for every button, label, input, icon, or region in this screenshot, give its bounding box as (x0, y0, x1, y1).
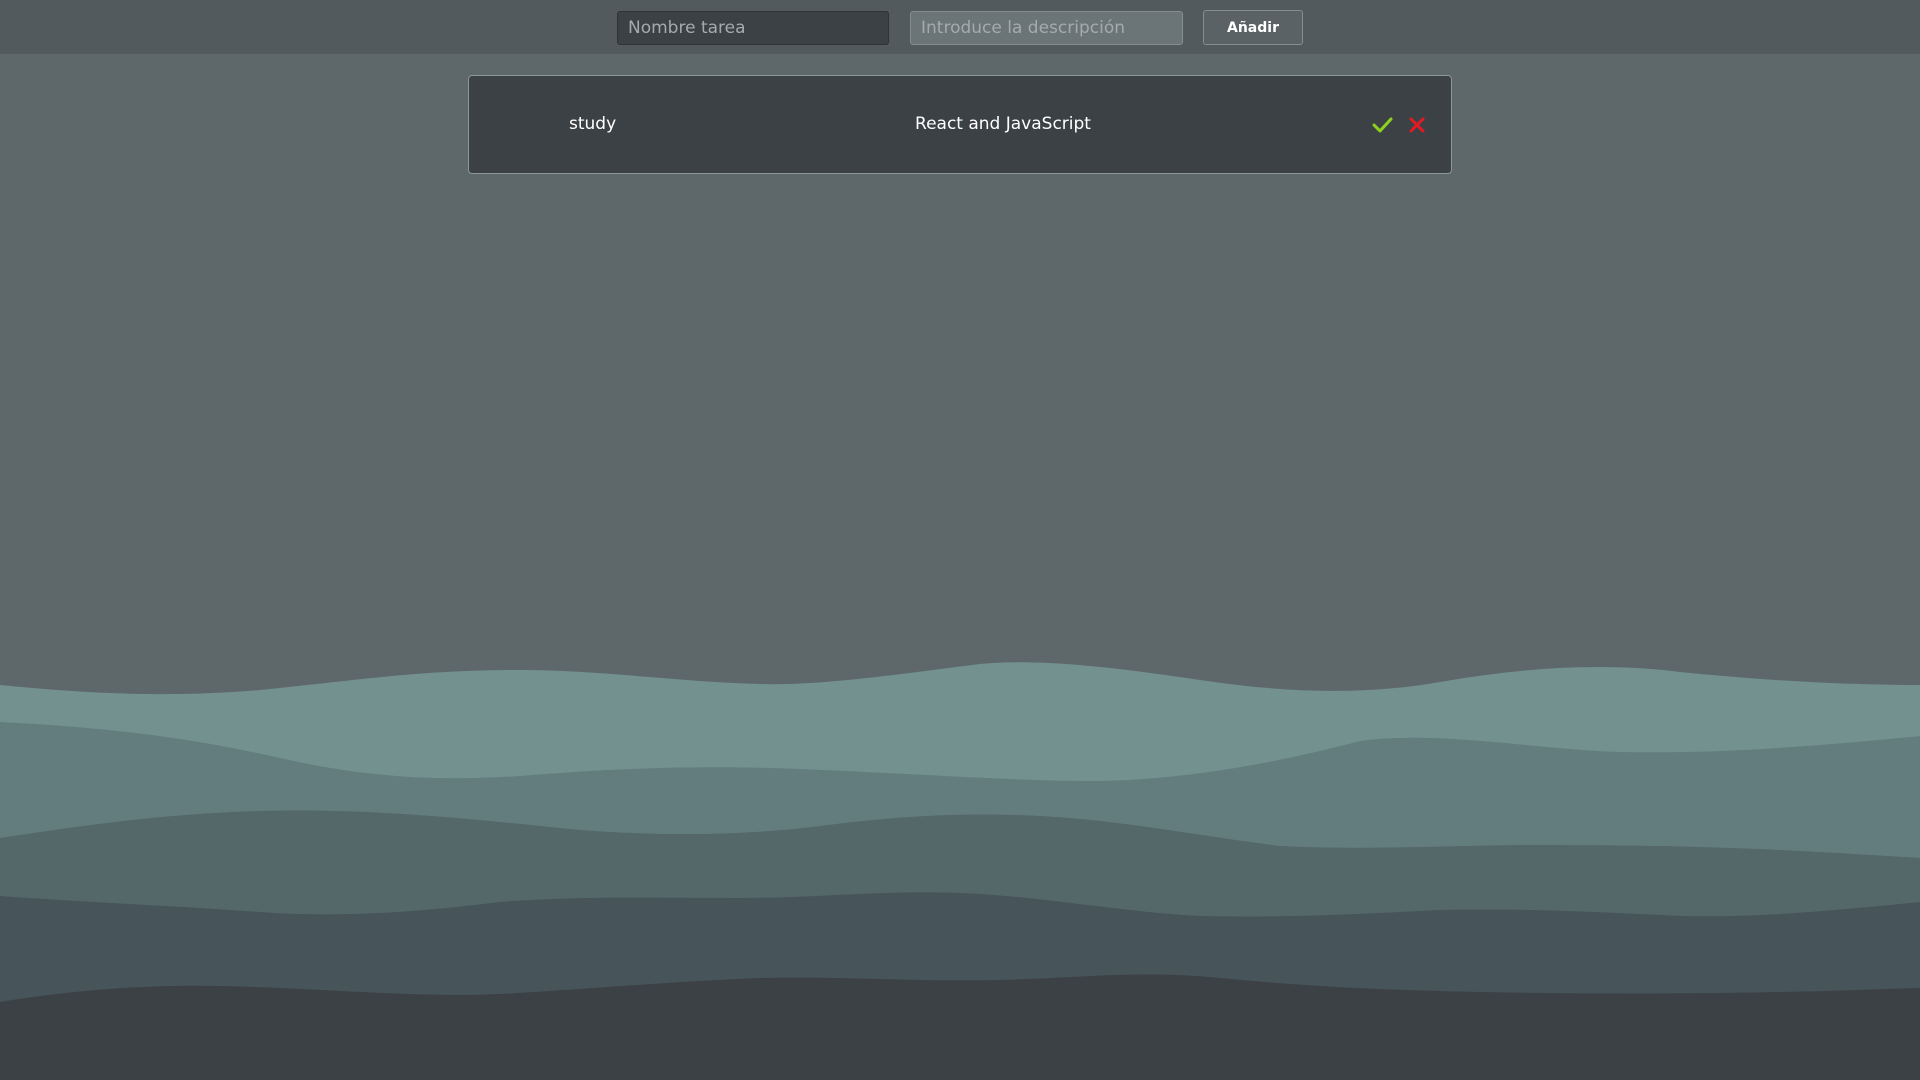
task-name-input[interactable] (617, 11, 889, 45)
add-task-button[interactable]: Añadir (1203, 10, 1303, 45)
complete-task-button[interactable] (1369, 112, 1395, 138)
task-card: study React and JavaScript (468, 75, 1452, 174)
check-icon (1372, 117, 1393, 133)
top-toolbar: Añadir (0, 0, 1920, 54)
delete-task-button[interactable] (1404, 112, 1430, 138)
decorative-waves (0, 662, 1920, 1080)
close-icon (1409, 117, 1425, 133)
task-description-input[interactable] (910, 11, 1183, 45)
